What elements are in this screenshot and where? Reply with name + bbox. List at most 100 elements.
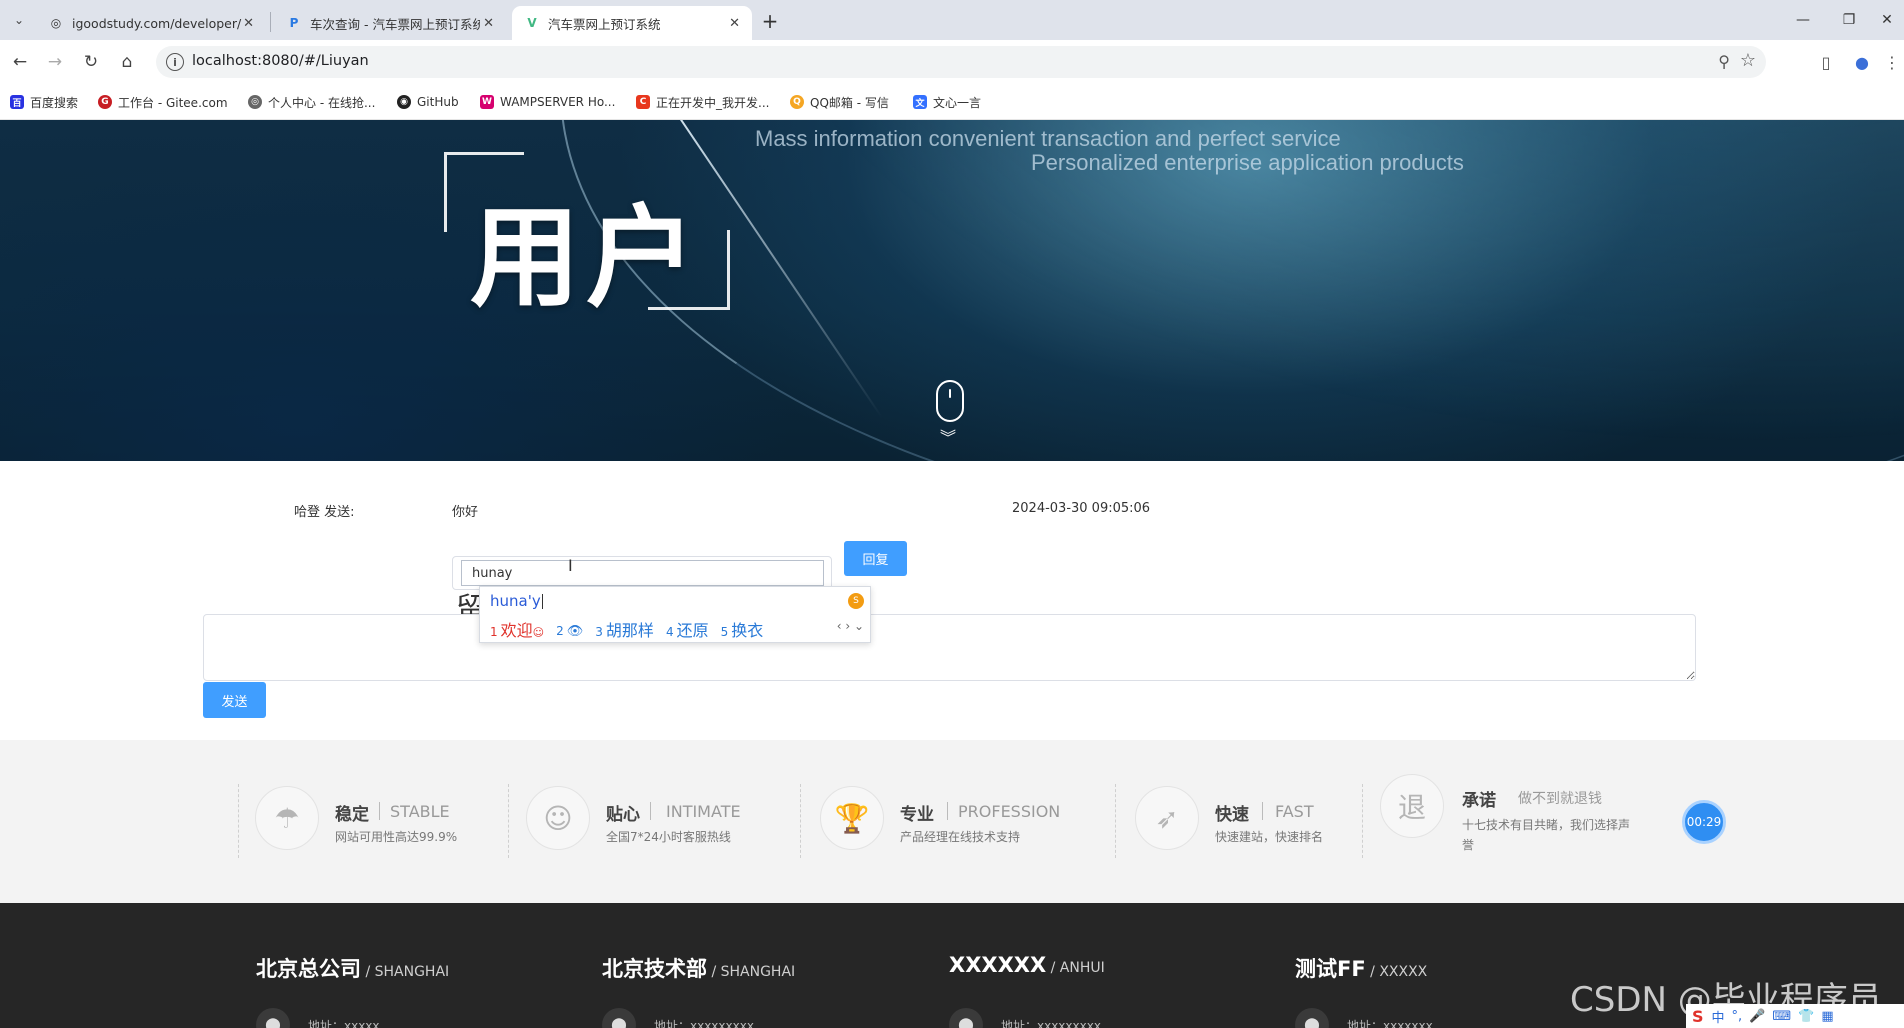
office-address: ⬤ 地址：xxxxxxxxx	[602, 1008, 754, 1028]
tab-title: 汽车票网上预订系统	[548, 16, 661, 32]
bookmark-item[interactable]: 文 文心一言	[913, 92, 981, 112]
message-sender: 哈登 发送:	[294, 505, 355, 520]
feature-english: 做不到就退钱	[1518, 791, 1602, 807]
eye-emoji-icon: 👁	[566, 623, 584, 639]
address-text: 地址：xxxxxxx	[1347, 1018, 1433, 1028]
bookmark-label: 正在开发中_我开发...	[656, 95, 770, 110]
feature-divider	[1362, 784, 1363, 858]
ime-candidate[interactable]: 3 胡那样	[595, 617, 654, 641]
ime-candidate[interactable]: 4 还原	[666, 617, 709, 641]
skin-icon: 👕	[1798, 1008, 1815, 1024]
message-textarea[interactable]	[203, 614, 1696, 681]
csdn-icon: C	[636, 95, 650, 109]
chevron-down-icon[interactable]: ︾	[940, 424, 956, 448]
wenxin-icon: 文	[913, 95, 927, 109]
address-text: 地址：xxxxxxxxx	[1001, 1018, 1101, 1028]
refund-icon: 退	[1380, 774, 1444, 838]
reload-icon[interactable]: ↻	[78, 49, 104, 75]
tab-divider	[270, 12, 271, 32]
p-logo-icon: P	[289, 16, 299, 30]
ime-page-arrows-icon[interactable]: ‹ › ⌄	[837, 619, 864, 633]
browser-tab-1[interactable]: ◎ igoodstudy.com/developer/ ✕	[36, 6, 266, 40]
bookmark-label: 个人中心 - 在线抢...	[268, 95, 376, 110]
address-bar[interactable]: i localhost:8080/#/Liuyan ⚲ ☆	[156, 46, 1766, 78]
office-address: ⬤ 地址：xxxxxxxxx	[949, 1008, 1101, 1028]
site-info-icon[interactable]: i	[166, 53, 184, 71]
punctuation-icon: °,	[1731, 1008, 1743, 1024]
bookmark-item[interactable]: C 正在开发中_我开发...	[636, 92, 769, 112]
bookmark-star-icon[interactable]: ☆	[1740, 50, 1756, 71]
browser-toolbar: ← → ↻ ⌂ i localhost:8080/#/Liuyan ⚲ ☆ ▯ …	[0, 40, 1904, 84]
office-region: / SHANGHAI	[361, 964, 450, 980]
text-cursor-icon: I	[568, 556, 573, 575]
trophy-icon: 🏆	[820, 786, 884, 850]
feature-desc: 快速建站，快速排名	[1215, 830, 1324, 844]
sogou-logo-icon: S	[848, 593, 864, 609]
hero-tagline-2: Personalized enterprise application prod…	[1031, 150, 1464, 175]
ime-candidate[interactable]: 2 👁	[556, 620, 583, 639]
tab-search-icon[interactable]: ⌄	[8, 9, 30, 31]
wampserver-icon: W	[480, 95, 494, 109]
new-tab-icon[interactable]: +	[757, 8, 783, 34]
qqmail-icon: Q	[790, 95, 804, 109]
feature-title: 承诺	[1462, 791, 1496, 811]
feature-title: 快速	[1215, 805, 1249, 825]
bookmark-label: 百度搜索	[30, 95, 79, 110]
office-title: XXXXXX / ANHUI	[949, 953, 1105, 977]
ime-composition: huna'y	[490, 592, 543, 610]
feature-desc: 网站可用性高达99.9%	[335, 830, 458, 844]
timer-badge[interactable]: 00:29	[1682, 800, 1726, 844]
address-text: 地址：xxxxx	[308, 1018, 380, 1028]
github-icon: ◉	[397, 95, 411, 109]
close-icon[interactable]: ✕	[243, 16, 254, 31]
ime-candidate[interactable]: 5 换衣	[721, 617, 764, 641]
location-pin-icon: ⬤	[949, 1008, 983, 1028]
close-icon[interactable]: ✕	[483, 16, 494, 31]
home-icon[interactable]: ⌂	[114, 49, 140, 75]
feature-english: STABLE	[390, 802, 450, 821]
send-button[interactable]: 发送	[203, 682, 266, 718]
feature-english: PROFESSION	[958, 802, 1061, 821]
gitee-icon: G	[98, 95, 112, 109]
window-close-icon[interactable]: ✕	[1868, 6, 1904, 34]
hero-banner: Mass information convenient transaction …	[0, 120, 1904, 461]
office-address: ⬤ 地址：xxxxx	[256, 1008, 380, 1028]
close-icon[interactable]: ✕	[729, 16, 740, 31]
scroll-mouse-icon[interactable]	[936, 380, 964, 422]
bookmark-label: QQ邮箱 - 写信	[810, 95, 889, 110]
footer-office: 北京技术部 / SHANGHAI ⬤ 地址：xxxxxxxxx	[602, 953, 795, 1028]
bookmark-item[interactable]: W WAMPSERVER Ho...	[480, 92, 615, 112]
browser-tab-2[interactable]: P 车次查询 - 汽车票网上预订系统 ✕	[274, 6, 506, 40]
sidepanel-icon[interactable]: ▯	[1814, 50, 1838, 74]
footer-office: 北京总公司 / SHANGHAI ⬤ 地址：xxxxx	[256, 953, 450, 1028]
ime-status-tray[interactable]: S 中 °, 🎤 ⌨ 👕 ▦	[1686, 1004, 1904, 1028]
browser-tab-3-active[interactable]: V 汽车票网上预订系统 ✕	[512, 6, 752, 40]
forward-icon[interactable]: →	[42, 49, 68, 75]
zoom-icon[interactable]: ⚲	[1718, 52, 1730, 71]
ime-composition-text: huna'y	[490, 592, 541, 610]
bookmark-item[interactable]: ◉ GitHub	[397, 92, 459, 112]
ime-mode-text: 中	[1711, 1010, 1725, 1026]
bookmark-item[interactable]: 百 百度搜索	[10, 92, 78, 112]
back-icon[interactable]: ←	[7, 49, 33, 75]
feature-title: 稳定	[335, 805, 369, 825]
reply-input[interactable]	[461, 560, 824, 586]
minimize-icon[interactable]: —	[1784, 6, 1822, 34]
bookmark-item[interactable]: G 工作台 - Gitee.com	[98, 92, 228, 112]
office-title: 测试FF / XXXXX	[1295, 953, 1427, 983]
restore-icon[interactable]: ❐	[1830, 6, 1868, 34]
url-text[interactable]: localhost:8080/#/Liuyan	[192, 53, 369, 69]
ime-candidate[interactable]: 1 欢迎☺	[490, 617, 544, 641]
menu-kebab-icon[interactable]: ⋮	[1880, 50, 1904, 74]
office-name: XXXXXX	[949, 953, 1047, 977]
reply-button[interactable]: 回复	[844, 541, 907, 576]
smile-icon: ☺	[526, 786, 590, 850]
profile-icon[interactable]: ●	[1850, 50, 1874, 74]
reply-input-wrapper	[452, 556, 832, 590]
bookmark-item[interactable]: Q QQ邮箱 - 写信	[790, 92, 889, 112]
feature-divider	[1115, 784, 1116, 858]
features-strip: ☂ 稳定 STABLE 网站可用性高达99.9% ☺ 贴心 INTIMATE 全…	[0, 740, 1904, 903]
tab-title: 车次查询 - 汽车票网上预订系统	[310, 16, 480, 32]
bookmark-label: GitHub	[417, 95, 459, 109]
bookmark-item[interactable]: ◎ 个人中心 - 在线抢...	[248, 92, 375, 112]
